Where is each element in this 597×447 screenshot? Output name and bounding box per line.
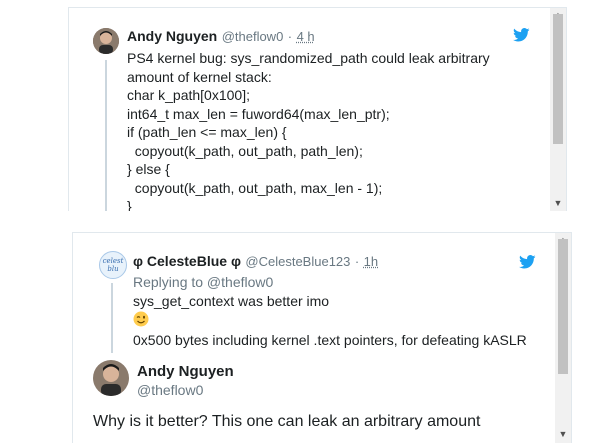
avatar[interactable] (93, 360, 129, 396)
author-name[interactable]: Andy Nguyen (127, 28, 217, 44)
thread-line (111, 283, 113, 353)
svg-text:celest: celest (103, 257, 124, 265)
wink-emoji (133, 311, 149, 327)
author-handle[interactable]: @theflow0 (137, 382, 203, 398)
tweet-line: if (path_len <= max_len) { (127, 124, 287, 140)
tweet-body: PS4 kernel bug: sys_randomized_path coul… (127, 49, 490, 211)
thread-line (105, 60, 107, 211)
tweet-line: } (127, 198, 132, 211)
timestamp-link[interactable]: 1h (364, 254, 378, 269)
scroll-thumb[interactable] (558, 239, 568, 374)
scrollbar[interactable]: ▲ ▼ (550, 8, 566, 211)
tweet-text: Why is it better? This one can leak an a… (93, 413, 481, 430)
tweet-line: amount of kernel stack: (127, 68, 272, 85)
tweet-line: char k_path[0x100]; (127, 87, 250, 103)
replying-to-link[interactable]: Replying to @theflow0 (133, 273, 273, 291)
tweet-line: copyout(k_path, out_path, max_len - 1); (127, 179, 383, 196)
tweet-text-line: 0x500 bytes including kernel .text point… (133, 332, 527, 348)
separator: · (354, 254, 360, 269)
tweet-line: PS4 kernel bug: sys_randomized_path coul… (127, 50, 490, 66)
scroll-down-arrow[interactable]: ▼ (550, 196, 566, 210)
avatar[interactable]: celest blu (99, 251, 127, 279)
scroll-thumb[interactable] (553, 14, 563, 144)
scrollbar[interactable]: ▲ ▼ (555, 233, 571, 443)
twitter-bird-icon[interactable] (519, 255, 536, 269)
scroll-down-arrow[interactable]: ▼ (555, 427, 571, 441)
timestamp-link[interactable]: 4 h (297, 29, 315, 44)
author-name[interactable]: Andy Nguyen (137, 363, 234, 380)
tweet-line: copyout(k_path, out_path, path_len); (127, 142, 363, 159)
embedded-tweet-card-1: Andy Nguyen @theflow0 · 4 h PS4 kernel b… (68, 7, 567, 211)
author-handle[interactable]: @theflow0 (222, 29, 284, 44)
svg-text:blu: blu (107, 265, 119, 273)
avatar[interactable] (93, 28, 119, 54)
embedded-tweet-card-2: celest blu φ CelesteBlue φ @CelesteBlue1… (72, 232, 572, 443)
tweet-text-line: sys_get_context was better imo (133, 293, 330, 309)
tweet-line: } else { (127, 161, 170, 177)
tweet-line: int64_t max_len = fuword64(max_len_ptr); (127, 105, 390, 122)
author-name[interactable]: φ CelesteBlue φ (133, 253, 241, 269)
separator: · (287, 29, 293, 44)
author-handle[interactable]: @CelesteBlue123 (245, 254, 350, 269)
twitter-bird-icon[interactable] (513, 28, 530, 42)
